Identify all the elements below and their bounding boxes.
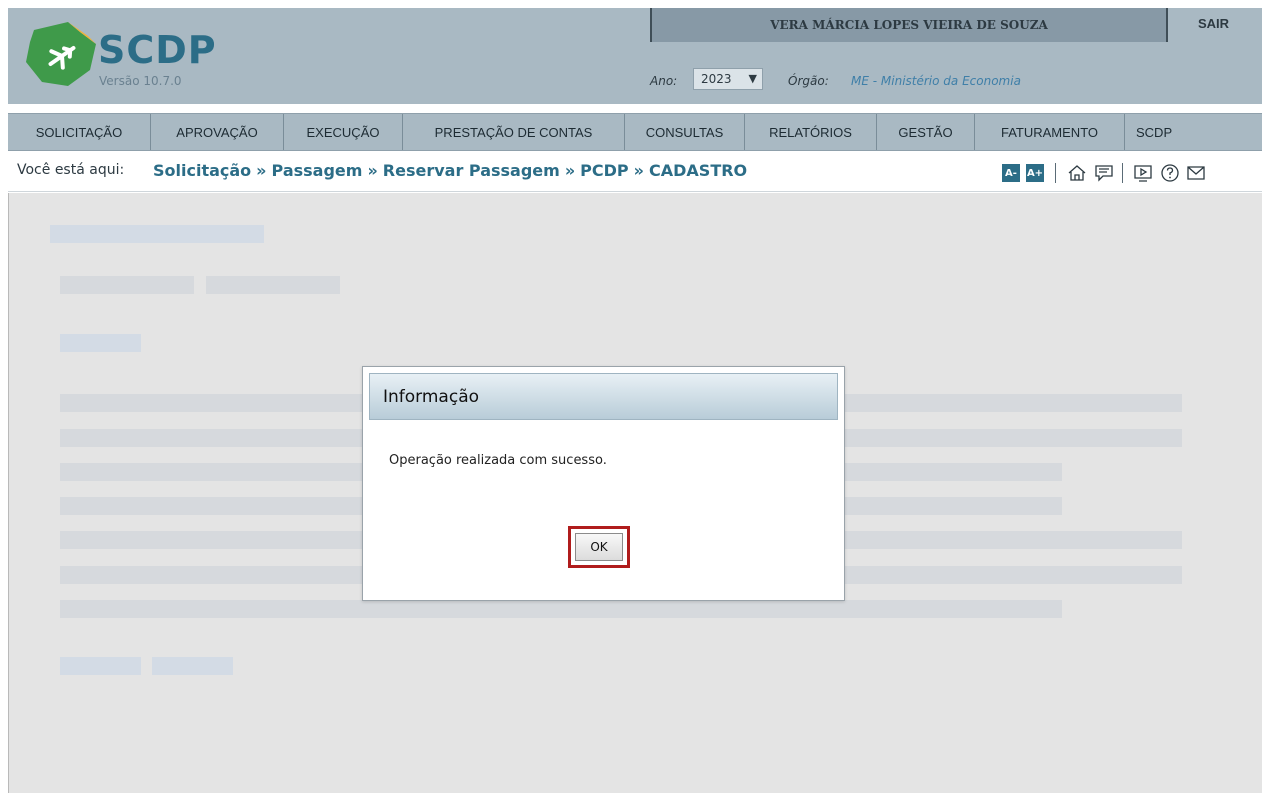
nav-item-relatorios[interactable]: RELATÓRIOS <box>745 114 877 150</box>
nav-item-aprovacao[interactable]: APROVAÇÃO <box>151 114 284 150</box>
year-value: 2023 <box>701 72 732 86</box>
placeholder-bar <box>152 657 233 675</box>
chevron-down-icon: ▼ <box>748 72 757 85</box>
chat-icon[interactable] <box>1094 163 1114 183</box>
header: SCDP Versão 10.7.0 VERA MÁRCIA LOPES VIE… <box>8 8 1262 104</box>
year-select[interactable]: 2023 ▼ <box>693 68 763 90</box>
placeholder-bar <box>60 600 1062 618</box>
dialog-message: Operação realizada com sucesso. <box>389 453 607 468</box>
placeholder-bar <box>206 276 340 294</box>
nav-item-prestacao-contas[interactable]: PRESTAÇÃO DE CONTAS <box>403 114 625 150</box>
nav-item-faturamento[interactable]: FATURAMENTO <box>975 114 1125 150</box>
main-nav: SOLICITAÇÃO APROVAÇÃO EXECUÇÃO PRESTAÇÃO… <box>8 113 1262 151</box>
toolbar-divider <box>1122 163 1123 183</box>
breadcrumb-item[interactable]: Solicitação <box>153 161 251 180</box>
nav-item-solicitacao[interactable]: SOLICITAÇÃO <box>8 114 151 150</box>
dialog-title: Informação <box>383 387 480 407</box>
nav-item-execucao[interactable]: EXECUÇÃO <box>284 114 403 150</box>
nav-item-consultas[interactable]: CONSULTAS <box>625 114 745 150</box>
breadcrumb-item-current: CADASTRO <box>649 161 748 180</box>
ok-button[interactable]: OK <box>575 533 623 561</box>
help-icon[interactable] <box>1160 163 1180 183</box>
placeholder-bar <box>60 657 141 675</box>
logout-link[interactable]: SAIR <box>1198 16 1229 31</box>
scdp-logo-icon <box>26 22 96 86</box>
year-label: Ano: <box>650 74 678 88</box>
font-decrease-button[interactable]: A- <box>1002 164 1020 182</box>
home-icon[interactable] <box>1067 163 1087 183</box>
breadcrumb-prefix: Você está aqui: <box>17 162 125 178</box>
breadcrumb-item[interactable]: PCDP <box>580 161 628 180</box>
ok-button-highlight: OK <box>568 526 630 568</box>
font-increase-button[interactable]: A+ <box>1026 164 1044 182</box>
app-title: SCDP <box>98 28 217 72</box>
breadcrumb-bar: Você está aqui: Solicitação » Passagem »… <box>8 152 1262 192</box>
video-icon[interactable] <box>1133 163 1153 183</box>
placeholder-bar <box>50 225 264 243</box>
double-chevron-icon: » <box>367 161 378 180</box>
breadcrumb: Solicitação » Passagem » Reservar Passag… <box>153 161 747 180</box>
breadcrumb-item[interactable]: Reservar Passagem <box>383 161 560 180</box>
mail-icon[interactable] <box>1186 163 1206 183</box>
nav-item-scdp[interactable]: SCDP <box>1125 114 1262 150</box>
breadcrumb-item[interactable]: Passagem <box>272 161 363 180</box>
app-version: Versão 10.7.0 <box>99 74 182 88</box>
placeholder-bar <box>60 276 194 294</box>
dialog-header: Informação <box>369 373 838 420</box>
info-dialog: Informação Operação realizada com sucess… <box>362 366 845 601</box>
double-chevron-icon: » <box>633 161 644 180</box>
double-chevron-icon: » <box>256 161 267 180</box>
double-chevron-icon: » <box>564 161 576 180</box>
user-name: VERA MÁRCIA LOPES VIEIRA DE SOUZA <box>770 18 1048 32</box>
org-value: ME - Ministério da Economia <box>851 74 1021 88</box>
nav-item-gestao[interactable]: GESTÃO <box>877 114 975 150</box>
user-box: VERA MÁRCIA LOPES VIEIRA DE SOUZA <box>650 8 1168 42</box>
org-label: Órgão: <box>788 74 829 88</box>
placeholder-bar <box>60 334 141 352</box>
toolbar-divider <box>1055 163 1056 183</box>
